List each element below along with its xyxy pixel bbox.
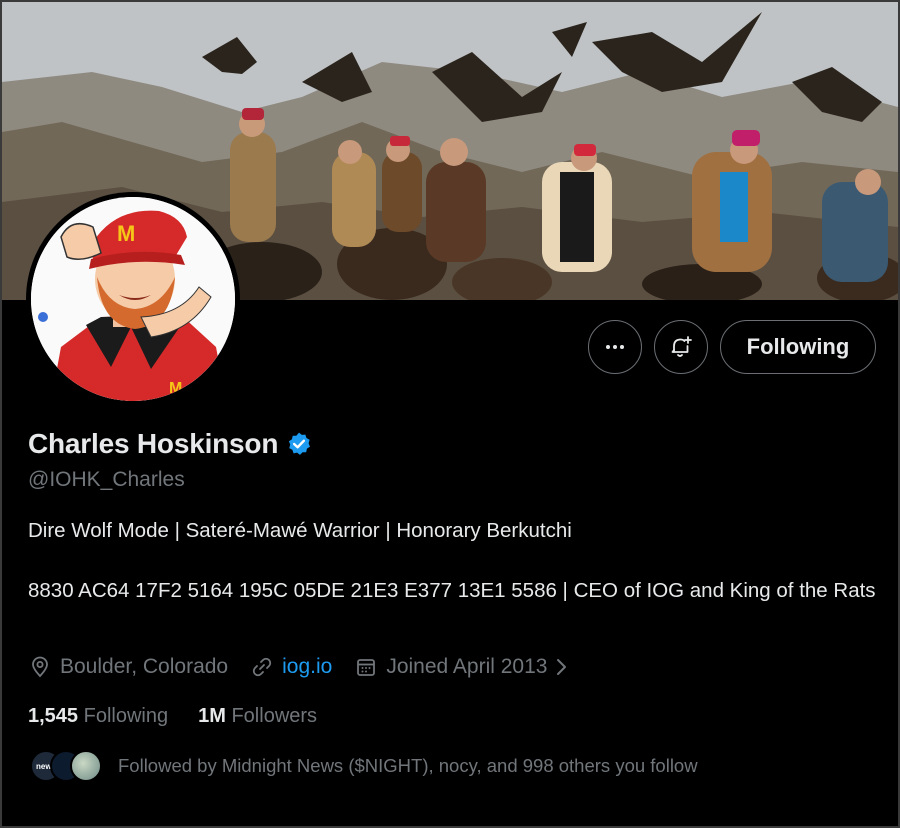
following-count: 1,545 — [28, 705, 79, 727]
website-item: iog.io — [250, 655, 332, 679]
chevron-right-icon — [557, 659, 567, 675]
bell-plus-icon — [671, 336, 692, 357]
link-icon — [252, 657, 272, 677]
more-icon — [606, 345, 624, 349]
location-text: Boulder, Colorado — [60, 655, 229, 678]
following-stat[interactable]: 1,545 Following — [28, 705, 168, 728]
followers-label: Followers — [231, 705, 318, 727]
profile-avatar[interactable]: M M — [26, 192, 240, 406]
profile-page: M M Following Charles Hoskinson @IOHK_Ch… — [0, 0, 900, 828]
location-pin-icon — [32, 656, 48, 678]
joined-item[interactable]: Joined April 2013 — [354, 655, 569, 679]
followed-by-row[interactable]: news Followed by Midnight News ($NIGHT),… — [30, 748, 698, 784]
calendar-icon — [357, 659, 376, 676]
avatar-illustration: M M — [31, 197, 235, 401]
profile-name: Charles Hoskinson — [28, 428, 279, 459]
more-options-button[interactable] — [588, 320, 642, 374]
following-label: Following — [83, 705, 169, 727]
verified-badge-icon[interactable] — [286, 431, 312, 457]
profile-stats: 1,545 Following 1M Followers — [28, 705, 347, 728]
followers-count: 1M — [198, 705, 226, 727]
location-item: Boulder, Colorado — [28, 655, 228, 679]
bio-line: Dire Wolf Mode | Sateré-Mawé Warrior | H… — [28, 519, 572, 542]
followed-by-text: Followed by Midnight News ($NIGHT), nocy… — [118, 755, 698, 776]
followed-by-avatars: news — [30, 748, 106, 784]
bio-line: 8830 AC64 17F2 5164 195C 05DE 21E3 E377 … — [28, 579, 876, 602]
followers-stat[interactable]: 1M Followers — [198, 705, 317, 728]
follower-avatar — [70, 750, 102, 782]
profile-meta: Boulder, Colorado iog.io Joined April 20… — [28, 655, 591, 679]
following-button[interactable]: Following — [720, 320, 876, 374]
website-link[interactable]: iog.io — [282, 655, 332, 679]
profile-bio: Dire Wolf Mode | Sateré-Mawé Warrior | H… — [28, 516, 878, 606]
profile-name-row: Charles Hoskinson — [28, 428, 312, 460]
notifications-button[interactable] — [654, 320, 708, 374]
svg-text:M: M — [169, 380, 182, 397]
profile-handle: @IOHK_Charles — [28, 468, 185, 491]
svg-text:M: M — [117, 221, 135, 246]
joined-text: Joined April 2013 — [386, 655, 548, 678]
